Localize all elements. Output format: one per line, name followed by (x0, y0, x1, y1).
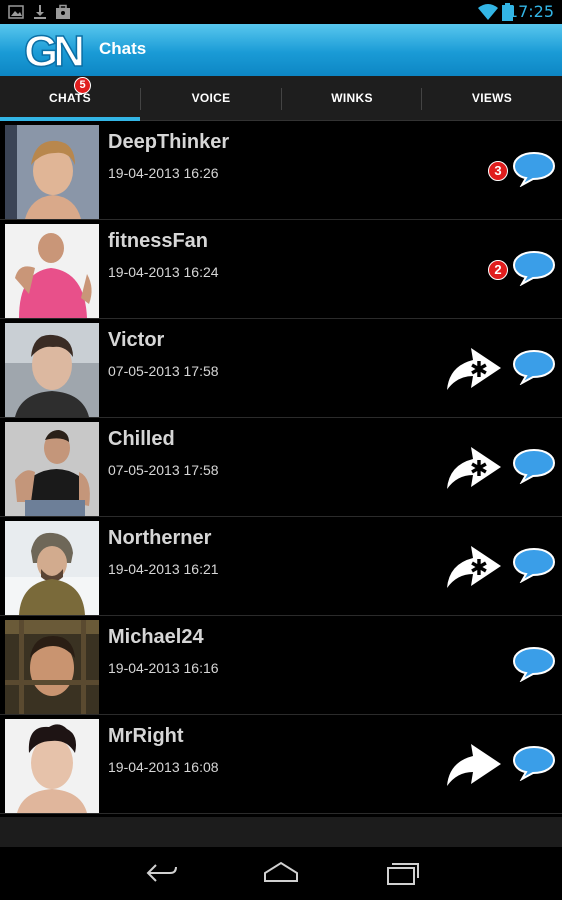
avatar[interactable] (5, 125, 99, 219)
chat-bubble-icon[interactable] (512, 646, 556, 682)
page-title: Chats (99, 39, 147, 58)
chat-bubble-icon[interactable] (512, 151, 556, 187)
navigation-bar (0, 847, 562, 900)
gallery-icon (8, 5, 24, 19)
wink-star-icon[interactable]: ✱ (445, 542, 503, 590)
chat-row[interactable]: Victor 07-05-2013 17:58 ✱ (0, 319, 562, 418)
chat-timestamp: 07-05-2013 17:58 (108, 363, 219, 379)
avatar[interactable] (5, 422, 99, 516)
svg-text:✱: ✱ (470, 457, 488, 482)
svg-text:✱: ✱ (470, 556, 488, 581)
unread-badge: 3 (488, 161, 508, 181)
contact-name: Victor (108, 329, 165, 351)
tab-winks[interactable]: WINKS (282, 76, 422, 121)
chat-row[interactable]: Michael24 19-04-2013 16:16 (0, 616, 562, 715)
tab-label: VIEWS (471, 91, 513, 105)
svg-text:✱: ✱ (470, 358, 488, 383)
chat-row[interactable]: Northerner 19-04-2013 16:21 ✱ (0, 517, 562, 616)
wink-icon[interactable] (445, 740, 503, 788)
contact-name: fitnessFan (108, 230, 209, 252)
unread-badge: 2 (488, 260, 508, 280)
contact-name: DeepThinker (108, 131, 230, 153)
tab-chats[interactable]: CHATS 5 (0, 76, 140, 121)
tab-label: VOICE (191, 91, 231, 105)
chat-bubble-icon[interactable] (512, 250, 556, 286)
chat-bubble-icon[interactable] (512, 745, 556, 781)
avatar[interactable] (5, 224, 99, 318)
list-footer (0, 817, 562, 847)
chat-row[interactable]: DeepThinker 19-04-2013 16:26 3 (0, 121, 562, 220)
wink-star-icon[interactable]: ✱ (445, 344, 503, 392)
chat-timestamp: 19-04-2013 16:26 (108, 165, 219, 181)
chat-row[interactable]: fitnessFan 19-04-2013 16:24 2 (0, 220, 562, 319)
home-icon[interactable] (261, 859, 301, 887)
contact-name: Northerner (108, 527, 212, 549)
wifi-icon (478, 4, 498, 20)
download-icon (34, 5, 46, 19)
chat-timestamp: 19-04-2013 16:16 (108, 660, 219, 676)
chat-bubble-icon[interactable] (512, 547, 556, 583)
tab-label: WINKS (331, 91, 373, 105)
avatar[interactable] (5, 323, 99, 417)
action-bar: GN Chats (0, 24, 562, 76)
tab-badge: 5 (74, 77, 91, 94)
app-logo[interactable]: GN (10, 28, 94, 72)
tab-label: CHATS (49, 91, 91, 105)
tab-voice[interactable]: VOICE (141, 76, 281, 121)
chat-list: DeepThinker 19-04-2013 16:26 3 fitnessFa… (0, 121, 562, 814)
clock: 17:25 (507, 2, 554, 21)
chat-timestamp: 19-04-2013 16:08 (108, 759, 219, 775)
contact-name: Michael24 (108, 626, 204, 648)
chat-timestamp: 19-04-2013 16:21 (108, 561, 219, 577)
chat-bubble-icon[interactable] (512, 448, 556, 484)
status-bar: 17:25 (0, 0, 562, 24)
recent-apps-icon[interactable] (382, 859, 422, 887)
tab-views[interactable]: VIEWS (422, 76, 562, 121)
tab-bar: CHATS 5 VOICE WINKS VIEWS (0, 76, 562, 121)
chat-row[interactable]: Chilled 07-05-2013 17:58 ✱ (0, 418, 562, 517)
svg-text:GN: GN (24, 28, 82, 72)
briefcase-icon (56, 4, 70, 19)
chat-bubble-icon[interactable] (512, 349, 556, 385)
chat-timestamp: 19-04-2013 16:24 (108, 264, 219, 280)
avatar[interactable] (5, 719, 99, 813)
wink-star-icon[interactable]: ✱ (445, 443, 503, 491)
back-icon[interactable] (142, 859, 182, 887)
avatar[interactable] (5, 620, 99, 714)
contact-name: Chilled (108, 428, 175, 450)
contact-name: MrRight (108, 725, 184, 747)
avatar[interactable] (5, 521, 99, 615)
chat-timestamp: 07-05-2013 17:58 (108, 462, 219, 478)
chat-row[interactable]: MrRight 19-04-2013 16:08 (0, 715, 562, 814)
